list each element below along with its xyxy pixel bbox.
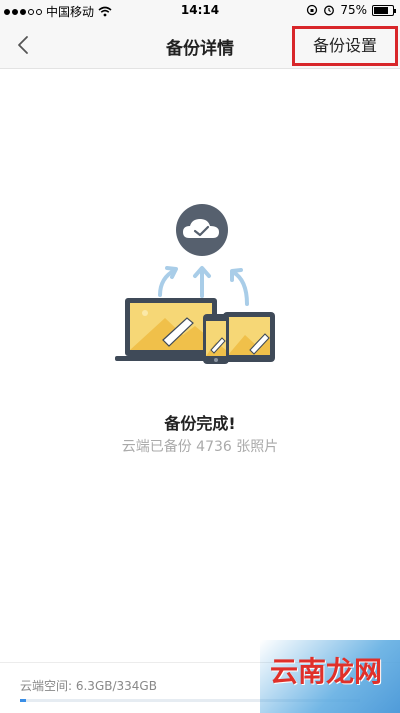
phone-icon — [203, 314, 229, 364]
battery-icon — [372, 4, 396, 16]
status-right: 75% — [306, 3, 396, 17]
backup-complete-title: 备份完成! — [164, 414, 236, 433]
battery-percent: 75% — [340, 3, 367, 17]
storage-progress-fill — [20, 699, 27, 702]
status-bar: 中国移动 14:14 75% — [0, 0, 400, 22]
watermark: 云南龙网 — [260, 640, 400, 713]
backup-count-text: 云端已备份 4736 张照片 — [121, 439, 279, 455]
backup-illustration — [115, 204, 275, 364]
backup-settings-button[interactable]: 备份设置 — [292, 26, 398, 66]
cloud-check-icon — [176, 204, 228, 256]
tablet-icon — [223, 312, 275, 362]
watermark-text: 云南龙网 — [269, 655, 382, 688]
orientation-lock-icon — [307, 4, 318, 16]
alarm-icon — [324, 5, 335, 16]
battery-fill — [374, 6, 388, 14]
storage-usage-label: 云端空间: 6.3GB/334GB — [20, 679, 157, 693]
navigation-bar: 备份详情 备份设置 — [0, 22, 400, 69]
